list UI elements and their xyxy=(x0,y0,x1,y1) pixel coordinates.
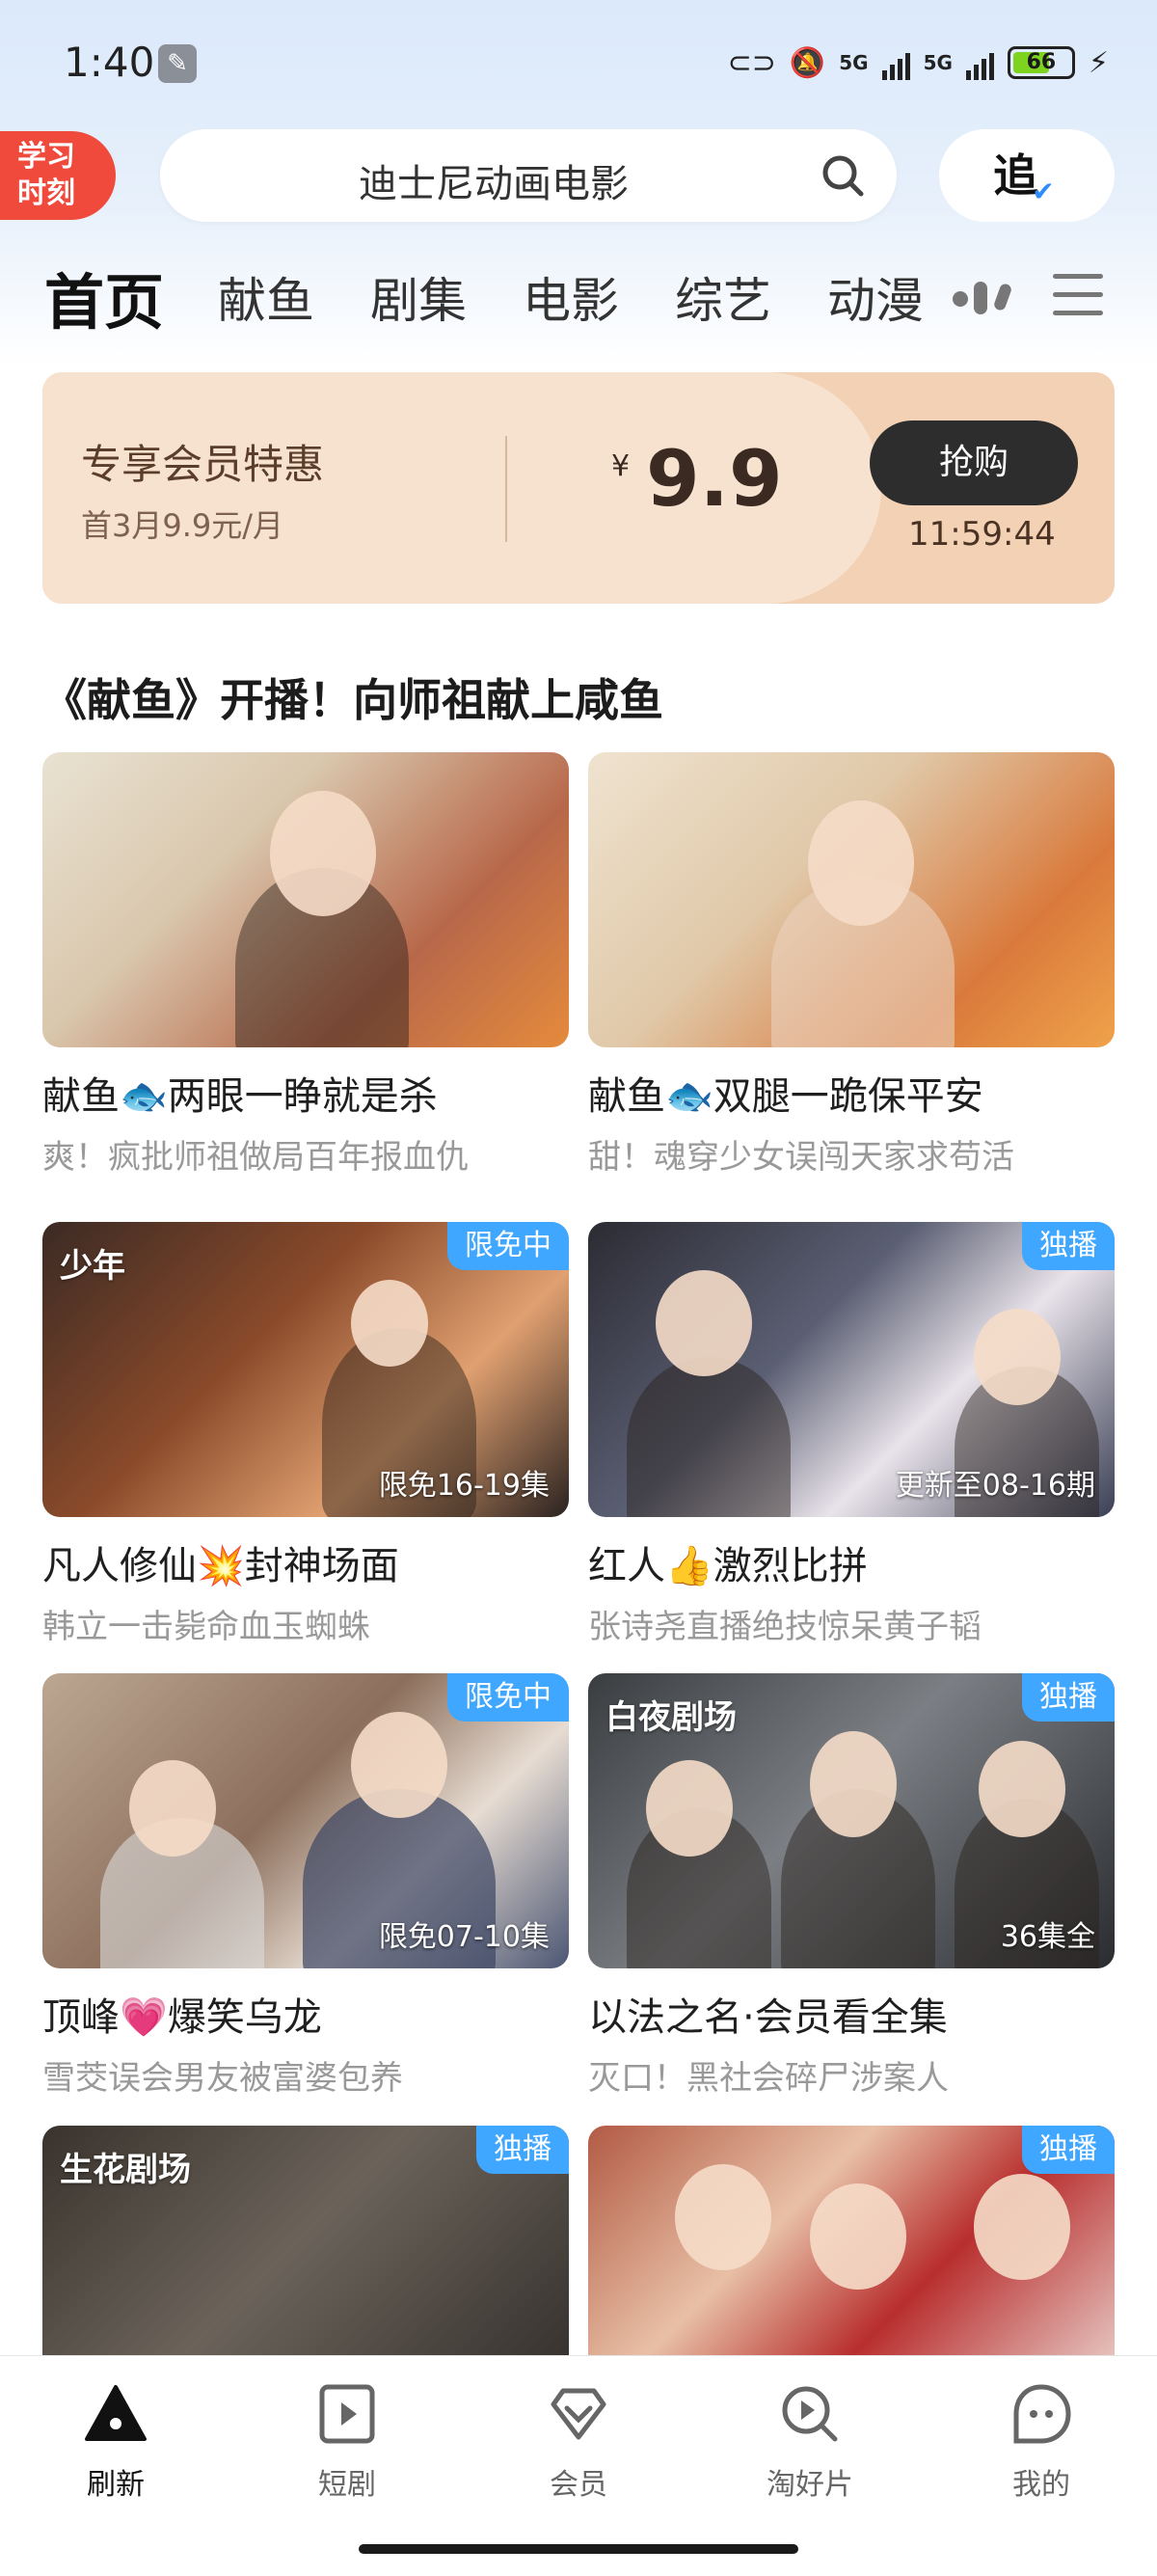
card-subtitle: 韩立一击毙命血玉蜘蛛 xyxy=(42,1608,370,1646)
video-thumbnail[interactable] xyxy=(42,752,569,1047)
check-icon: ✔ xyxy=(1032,176,1055,207)
promo-divider xyxy=(505,436,507,542)
card-title: 献鱼🐟双腿一跪保平安 xyxy=(588,1074,983,1119)
promo-price: 9.9 xyxy=(646,434,783,524)
tab-xianyu[interactable]: 献鱼 xyxy=(218,262,314,332)
search-play-icon xyxy=(782,2386,838,2442)
nav-profile[interactable]: 我的 xyxy=(964,2379,1118,2503)
play-square-icon xyxy=(319,2384,375,2444)
video-thumbnail[interactable]: 白夜剧场 独播 36集全 xyxy=(588,1673,1115,1968)
video-thumbnail[interactable] xyxy=(588,752,1115,1047)
video-thumbnail[interactable]: 少年 限免中 限免16-19集 xyxy=(42,1222,569,1517)
nav-short-drama[interactable]: 短剧 xyxy=(270,2379,424,2503)
card-subtitle: 雪茭误会男友被富婆包养 xyxy=(42,2059,403,2098)
free-badge: 限免中 xyxy=(447,1673,569,1722)
profile-bubble-icon xyxy=(1013,2384,1071,2444)
menu-icon[interactable] xyxy=(1053,274,1103,318)
nav-label: 刷新 xyxy=(87,2468,145,2502)
video-thumbnail[interactable]: 限免中 限免07-10集 xyxy=(42,1673,569,1968)
video-card[interactable]: 献鱼🐟两眼一睁就是杀 爽！疯批师祖做局百年报血仇 xyxy=(42,752,569,1178)
tab-movies[interactable]: 电影 xyxy=(523,262,619,332)
home-indicator[interactable] xyxy=(359,2544,798,2554)
video-thumbnail[interactable]: 独播 更新至08-16期 xyxy=(588,1222,1115,1517)
nav-refresh[interactable]: 刷新 xyxy=(39,2379,193,2503)
signal-icon-1: 5G xyxy=(839,51,869,74)
signal-bars-1 xyxy=(881,45,910,80)
status-icons: ⊂⊃ 🔕 5G 5G 66 ⚡ xyxy=(728,39,1109,87)
vip-diamond-icon xyxy=(551,2388,606,2440)
battery-level: 66 xyxy=(1026,50,1057,74)
card-subtitle: 爽！疯批师祖做局百年报血仇 xyxy=(42,1138,469,1177)
study-time-badge[interactable]: 学习 时刻 xyxy=(0,131,116,220)
tab-series[interactable]: 剧集 xyxy=(370,262,467,332)
promo-title: 专享会员特惠 xyxy=(81,441,325,488)
home-triangle-icon xyxy=(85,2385,147,2441)
wrench-icon: ✎ xyxy=(158,44,197,83)
card-title: 红人👍激烈比拼 xyxy=(588,1544,868,1588)
promo-countdown: 11:59:44 xyxy=(908,515,1056,554)
card-subtitle: 灭口！黑社会碎尸涉案人 xyxy=(588,2059,949,2098)
video-card[interactable]: 少年 限免中 限免16-19集 凡人修仙💥封神场面 韩立一击毙命血玉蜘蛛 xyxy=(42,1222,569,1647)
video-card[interactable]: 限免中 限免07-10集 顶峰💗爆笑乌龙 雪茭误会男友被富婆包养 xyxy=(42,1673,569,2099)
signal-icon-2: 5G xyxy=(923,51,953,74)
exclusive-badge: 独播 xyxy=(1022,1673,1115,1722)
card-subtitle: 甜！魂穿少女误闯天家求苟活 xyxy=(588,1138,1014,1177)
mute-icon: 🔕 xyxy=(789,45,826,80)
nav-label: 会员 xyxy=(550,2468,607,2502)
nav-label: 我的 xyxy=(1012,2468,1070,2502)
status-time: 1:40 xyxy=(64,39,155,86)
category-tabs: 首页 献鱼 剧集 电影 综艺 动漫 xyxy=(44,258,980,338)
study-badge-line2: 时刻 xyxy=(17,176,75,210)
video-card[interactable]: 独播 更新至08-16期 红人👍激烈比拼 张诗尧直播绝技惊呆黄子韬 xyxy=(588,1222,1115,1647)
show-logo: 生花剧场 xyxy=(60,2151,191,2189)
charging-icon: ⚡ xyxy=(1088,45,1109,80)
signal-bars-2 xyxy=(965,45,994,80)
card-title: 以法之名·会员看全集 xyxy=(588,1995,948,2040)
video-card[interactable]: 献鱼🐟双腿一跪保平安 甜！魂穿少女误闯天家求苟活 xyxy=(588,752,1115,1178)
status-bar: 1:40 ✎ ⊂⊃ 🔕 5G 5G 66 ⚡ xyxy=(0,0,1157,125)
free-badge: 限免中 xyxy=(447,1222,569,1270)
study-badge-line1: 学习 xyxy=(17,140,75,174)
search-text: 迪士尼动画电影 xyxy=(359,162,629,206)
exclusive-badge: 独播 xyxy=(1022,1222,1115,1270)
vip-promo-banner[interactable]: 专享会员特惠 首3月9.9元/月 ¥ 9.9 抢购 11:59:44 xyxy=(42,372,1115,604)
card-title: 凡人修仙💥封神场面 xyxy=(42,1544,399,1588)
episode-note: 36集全 xyxy=(1000,1920,1095,1954)
exclusive-badge: 独播 xyxy=(1022,2126,1115,2174)
promo-subtitle: 首3月9.9元/月 xyxy=(81,507,284,544)
promo-currency: ¥ xyxy=(611,449,631,483)
section-title: 《献鱼》开播！向师祖献上咸鱼 xyxy=(42,674,663,726)
episode-note: 限免07-10集 xyxy=(378,1920,550,1954)
episode-note: 更新至08-16期 xyxy=(895,1469,1095,1503)
link-icon: ⊂⊃ xyxy=(727,45,776,80)
show-logo: 少年 xyxy=(60,1247,125,1286)
nav-discover[interactable]: 淘好片 xyxy=(733,2379,887,2503)
episode-note: 限免16-19集 xyxy=(378,1469,550,1503)
exclusive-badge: 独播 xyxy=(476,2126,569,2174)
card-title: 献鱼🐟两眼一睁就是杀 xyxy=(42,1074,438,1119)
tab-variety[interactable]: 综艺 xyxy=(675,262,771,332)
nav-label: 淘好片 xyxy=(767,2468,853,2502)
bean-mascot-icon[interactable] xyxy=(947,274,1016,320)
nav-vip[interactable]: 会员 xyxy=(501,2379,656,2503)
video-card[interactable]: 白夜剧场 独播 36集全 以法之名·会员看全集 灭口！黑社会碎尸涉案人 xyxy=(588,1673,1115,2099)
card-subtitle: 张诗尧直播绝技惊呆黄子韬 xyxy=(588,1608,982,1646)
tab-home[interactable]: 首页 xyxy=(44,254,164,340)
buy-button[interactable]: 抢购 xyxy=(870,420,1078,505)
bottom-navigation: 刷新 短剧 会员 淘好片 我的 xyxy=(0,2355,1157,2576)
show-logo: 白夜剧场 xyxy=(605,1698,737,1737)
follow-button[interactable]: 追✔ xyxy=(939,129,1115,222)
search-bar[interactable]: 迪士尼动画电影 xyxy=(160,129,897,222)
tab-anime[interactable]: 动漫 xyxy=(827,262,924,332)
nav-label: 短剧 xyxy=(318,2468,376,2502)
battery-icon: 66 xyxy=(1007,46,1075,79)
search-icon[interactable] xyxy=(820,152,866,199)
card-title: 顶峰💗爆笑乌龙 xyxy=(42,1995,322,2040)
